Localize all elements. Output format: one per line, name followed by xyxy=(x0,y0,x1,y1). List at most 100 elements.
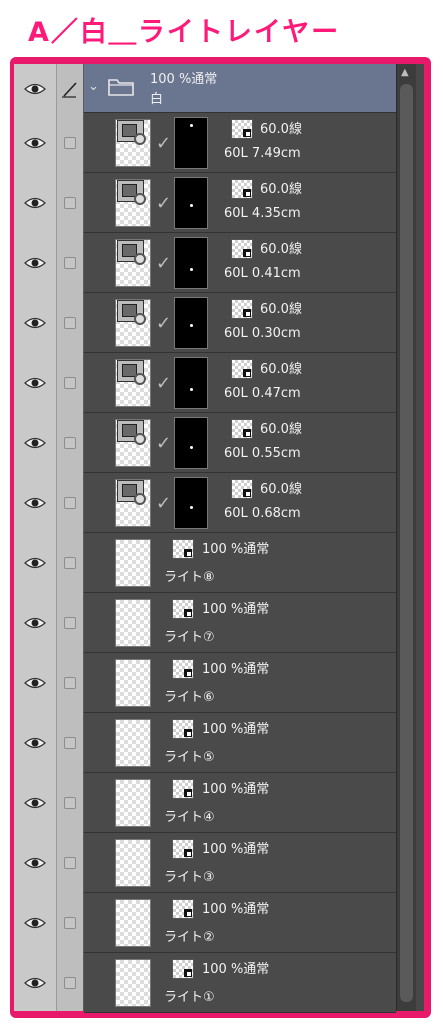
chevron-down-icon[interactable]: ⌄ xyxy=(88,79,99,94)
checkmark-icon: ✓ xyxy=(156,373,172,394)
scroll-thumb[interactable] xyxy=(400,84,413,1002)
line-layer-lock-toggle[interactable] xyxy=(56,293,84,353)
folder-edit-indicator[interactable] xyxy=(56,64,84,113)
layer-name: ライト⑤ xyxy=(164,750,215,765)
layer-thumbnail xyxy=(115,839,151,887)
layer-checkbox[interactable] xyxy=(64,437,76,449)
light-layer-visibility-toggle[interactable] xyxy=(14,893,56,953)
line-layer-visibility-toggle[interactable] xyxy=(14,473,56,533)
layer-checkbox[interactable] xyxy=(64,917,76,929)
light-layer-row[interactable]: 100 %通常 ライト① xyxy=(84,953,396,1013)
light-layer-lock-toggle[interactable] xyxy=(56,533,84,593)
layer-checkbox[interactable] xyxy=(64,497,76,509)
line-layer-row[interactable]: ✓ 60.0線 60L 0.55cm xyxy=(84,413,396,473)
layer-type-icon xyxy=(231,299,253,319)
light-layer-visibility-toggle[interactable] xyxy=(14,773,56,833)
line-layer-lock-toggle[interactable] xyxy=(56,233,84,293)
light-layer-lock-toggle[interactable] xyxy=(56,893,84,953)
light-layer-lock-toggle[interactable] xyxy=(56,953,84,1013)
checkmark-icon: ✓ xyxy=(156,253,172,274)
light-layer-visibility-toggle[interactable] xyxy=(14,833,56,893)
line-layer-lock-toggle[interactable] xyxy=(56,173,84,233)
light-layer-row[interactable]: 100 %通常 ライト⑧ xyxy=(84,533,396,593)
layer-name: 60L 0.30cm xyxy=(224,326,301,341)
light-layer-lock-toggle[interactable] xyxy=(56,713,84,773)
layer-checkbox[interactable] xyxy=(64,257,76,269)
layer-name: 60L 7.49cm xyxy=(224,146,301,161)
layer-type-icon xyxy=(172,959,194,979)
line-layer-lock-toggle[interactable] xyxy=(56,473,84,533)
eye-icon xyxy=(24,797,46,809)
layer-checkbox[interactable] xyxy=(64,317,76,329)
line-layer-lock-toggle[interactable] xyxy=(56,113,84,173)
eye-icon xyxy=(24,83,46,94)
line-layer-row[interactable]: ✓ 60.0線 60L 4.35cm xyxy=(84,173,396,233)
light-layer-visibility-toggle[interactable] xyxy=(14,533,56,593)
line-layer-visibility-toggle[interactable] xyxy=(14,293,56,353)
light-layer-visibility-toggle[interactable] xyxy=(14,953,56,1013)
line-layer-lock-toggle[interactable] xyxy=(56,353,84,413)
layer-checkbox[interactable] xyxy=(64,617,76,629)
vector-layer-icon xyxy=(117,300,146,325)
layer-checkbox[interactable] xyxy=(64,977,76,989)
layer-type-icon xyxy=(172,599,194,619)
eye-icon xyxy=(24,557,46,569)
eye-icon xyxy=(24,737,46,749)
layer-checkbox[interactable] xyxy=(64,197,76,209)
light-layer-row[interactable]: 100 %通常 ライト④ xyxy=(84,773,396,833)
line-layer-visibility-toggle[interactable] xyxy=(14,233,56,293)
layer-checkbox[interactable] xyxy=(64,797,76,809)
layer-checkbox[interactable] xyxy=(64,737,76,749)
vector-layer-icon xyxy=(117,120,146,145)
folder-opacity-mode: 100 %通常 xyxy=(150,72,218,87)
layer-name: ライト③ xyxy=(164,870,215,885)
line-layer-visibility-toggle[interactable] xyxy=(14,413,56,473)
layer-opacity-mode: 100 %通常 xyxy=(202,842,270,857)
light-layer-row[interactable]: 100 %通常ライト⑤ xyxy=(84,713,396,773)
line-layer-lock-toggle[interactable] xyxy=(56,413,84,473)
layer-checkbox[interactable] xyxy=(64,377,76,389)
light-layer-row[interactable]: 100 %通常ライト③ xyxy=(84,833,396,893)
light-layer-lock-toggle[interactable] xyxy=(56,773,84,833)
eye-icon xyxy=(24,857,46,869)
light-layer-row[interactable]: 100 %通常 ライト⑦ xyxy=(84,593,396,653)
eye-icon xyxy=(24,677,46,689)
eye-icon xyxy=(24,257,46,269)
light-layer-visibility-toggle[interactable] xyxy=(14,653,56,713)
checkmark-icon: ✓ xyxy=(156,133,172,154)
light-layer-lock-toggle[interactable] xyxy=(56,593,84,653)
layer-checkbox[interactable] xyxy=(64,857,76,869)
layer-thumbnail xyxy=(115,539,151,587)
layer-mask-thumbnail xyxy=(174,117,208,169)
layer-name: ライト⑥ xyxy=(164,690,215,705)
light-layer-lock-toggle[interactable] xyxy=(56,833,84,893)
folder-icon xyxy=(108,79,134,96)
line-layer-row[interactable]: ✓ 60.0線 60L 0.68cm xyxy=(84,473,396,533)
layer-opacity-mode: 100 %通常 xyxy=(202,722,270,737)
line-layer-row[interactable]: ✓ 60.0線 60L 0.41cm xyxy=(84,233,396,293)
light-layer-row[interactable]: 100 %通常 ライト② xyxy=(84,893,396,953)
layer-name: ライト① xyxy=(164,990,215,1005)
line-layer-row[interactable]: ✓ 60.0線 60L 0.47cm xyxy=(84,353,396,413)
line-layer-row[interactable]: ✓ 60.0線 60L 7.49cm xyxy=(84,113,396,173)
light-layer-visibility-toggle[interactable] xyxy=(14,713,56,773)
layer-folder-row[interactable]: ⌄ 100 %通常 白 xyxy=(84,64,396,113)
layer-checkbox[interactable] xyxy=(64,557,76,569)
light-layer-lock-toggle[interactable] xyxy=(56,653,84,713)
folder-visibility-toggle[interactable] xyxy=(14,64,56,113)
layer-thumbnail xyxy=(115,779,151,827)
light-layer-visibility-toggle[interactable] xyxy=(14,593,56,653)
layer-mask-thumbnail xyxy=(174,177,208,229)
layer-mask-thumbnail xyxy=(174,417,208,469)
scrollbar[interactable]: ▲ xyxy=(396,64,416,1011)
line-layer-visibility-toggle[interactable] xyxy=(14,173,56,233)
line-layer-visibility-toggle[interactable] xyxy=(14,353,56,413)
layer-opacity-mode: 60.0線 xyxy=(260,362,302,377)
layer-checkbox[interactable] xyxy=(64,137,76,149)
scroll-up-icon[interactable]: ▲ xyxy=(401,68,409,78)
layer-checkbox[interactable] xyxy=(64,677,76,689)
line-layer-row[interactable]: ✓ 60.0線 60L 0.30cm xyxy=(84,293,396,353)
light-layer-row[interactable]: 100 %通常 ライト⑥ xyxy=(84,653,396,713)
layer-opacity-mode: 60.0線 xyxy=(260,302,302,317)
line-layer-visibility-toggle[interactable] xyxy=(14,113,56,173)
